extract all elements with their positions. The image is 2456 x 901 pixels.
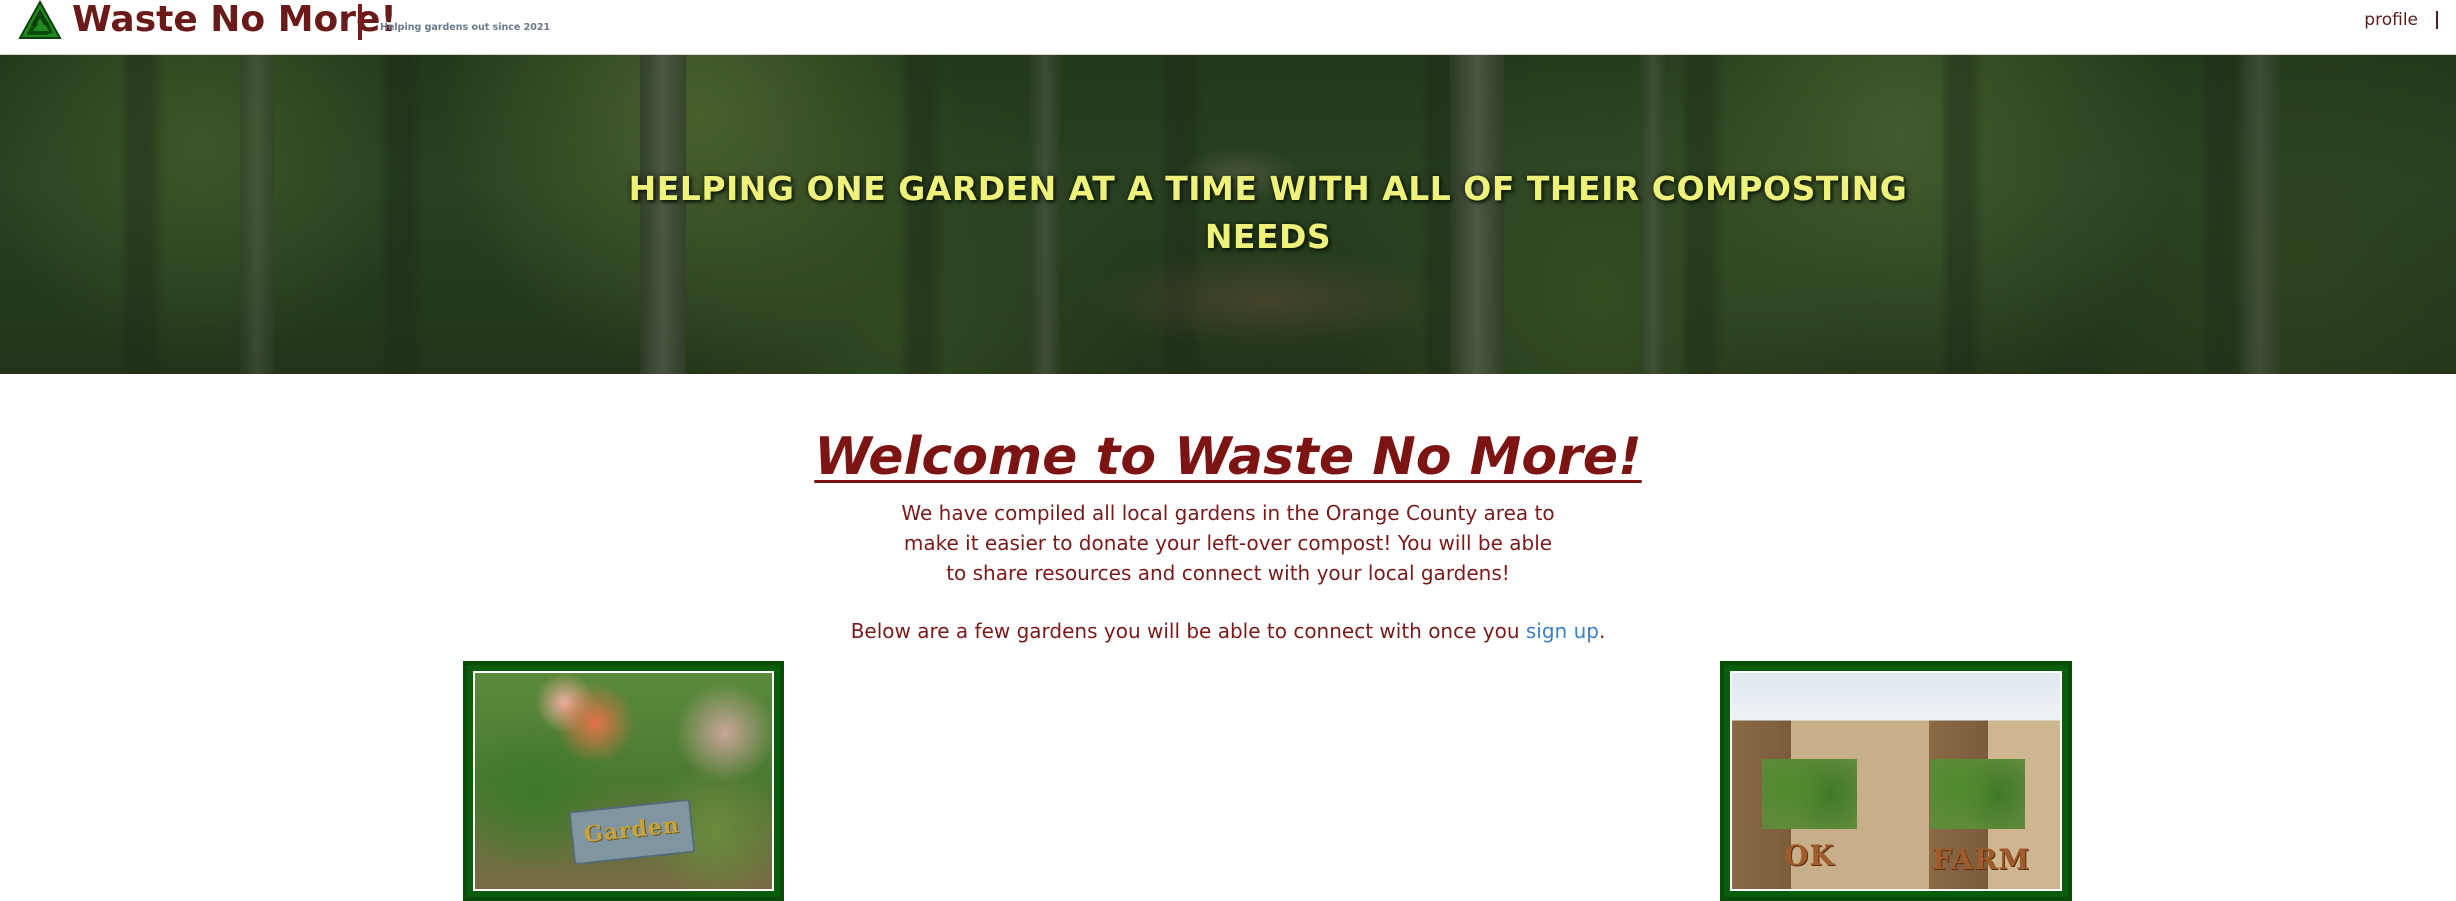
planter-greens [1930,759,2025,829]
brand-title[interactable]: Waste No More! [72,0,397,43]
brand-divider [358,4,362,40]
garden-photo: Garden [473,671,774,891]
hero-banner: HELPING ONE GARDEN AT A TIME WITH ALL OF… [0,55,2456,374]
welcome-title: Welcome to Waste No More! [814,427,1642,487]
planter-greens [1762,759,1857,829]
signup-prompt: Below are a few gardens you will be able… [0,616,2456,646]
garden-sign-text: Garden [582,812,681,848]
farm-photo: OK FARM [1730,671,2062,891]
garden-photo-card[interactable]: Garden [463,661,784,901]
intro-paragraph: We have compiled all local gardens in th… [901,501,1555,585]
top-nav: profile [2364,10,2438,30]
signup-link[interactable]: sign up [1526,619,1599,643]
nav-profile-link[interactable]: profile [2364,10,2418,30]
signup-prompt-text: Below are a few gardens you will be able… [850,619,1526,643]
signup-prompt-end: . [1598,619,1606,643]
farm-photo-card[interactable]: OK FARM [1720,661,2072,901]
hero-heading: HELPING ONE GARDEN AT A TIME WITH ALL OF… [628,169,1908,256]
tagline: Helping gardens out since 2021 [380,22,551,33]
farm-sign-right: FARM [1932,843,2031,876]
site-header: Waste No More! Helping gardens out since… [0,0,2456,55]
recycle-icon[interactable] [18,0,62,42]
farm-sign-left: OK [1784,839,1835,872]
nav-divider [2436,11,2438,29]
